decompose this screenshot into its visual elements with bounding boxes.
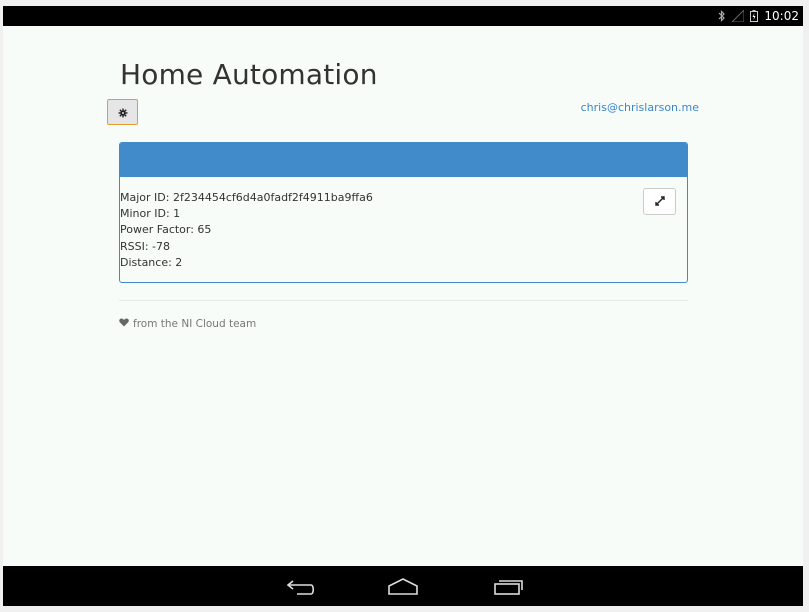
footer-text: from the NI Cloud team (133, 318, 257, 330)
navigation-bar (3, 566, 803, 606)
device-panel: Major ID: 2f234454cf6d4a0fadf2f4911ba9ff… (119, 142, 688, 283)
battery-icon (750, 10, 759, 22)
device-screen: 10:02 Home Automation chris@chrislarson. (3, 6, 803, 606)
user-email-link[interactable]: chris@chrislarson.me (581, 101, 699, 114)
app-content: Home Automation chris@chrislarson.me Maj… (3, 26, 803, 566)
distance-text: Distance: 2 (120, 255, 183, 269)
recents-button[interactable] (491, 576, 525, 598)
expand-button[interactable] (643, 188, 676, 215)
page-title: Home Automation (120, 58, 378, 91)
recents-icon (491, 580, 525, 602)
home-button[interactable] (386, 576, 420, 598)
heart-icon (119, 318, 129, 330)
rssi-text: RSSI: -78 (120, 239, 171, 253)
signal-icon (732, 10, 745, 22)
status-time: 10:02 (764, 9, 799, 23)
divider (119, 300, 688, 301)
gear-icon (118, 103, 128, 122)
major-id-text: Major ID: 2f234454cf6d4a0fadf2f4911ba9ff… (120, 191, 373, 204)
panel-body: Major ID: 2f234454cf6d4a0fadf2f4911ba9ff… (120, 177, 687, 271)
back-button[interactable] (283, 576, 317, 598)
bluetooth-icon (718, 10, 726, 22)
status-bar: 10:02 (3, 6, 803, 26)
status-icons: 10:02 (718, 8, 799, 24)
power-factor-text: Power Factor: 65 (120, 223, 212, 237)
panel-heading (120, 143, 687, 177)
back-icon (283, 580, 317, 602)
home-icon (386, 578, 420, 602)
expand-icon (654, 192, 666, 211)
settings-button[interactable] (107, 99, 138, 125)
minor-id-text: Minor ID: 1 (120, 207, 181, 221)
footer: from the NI Cloud team (119, 318, 256, 330)
